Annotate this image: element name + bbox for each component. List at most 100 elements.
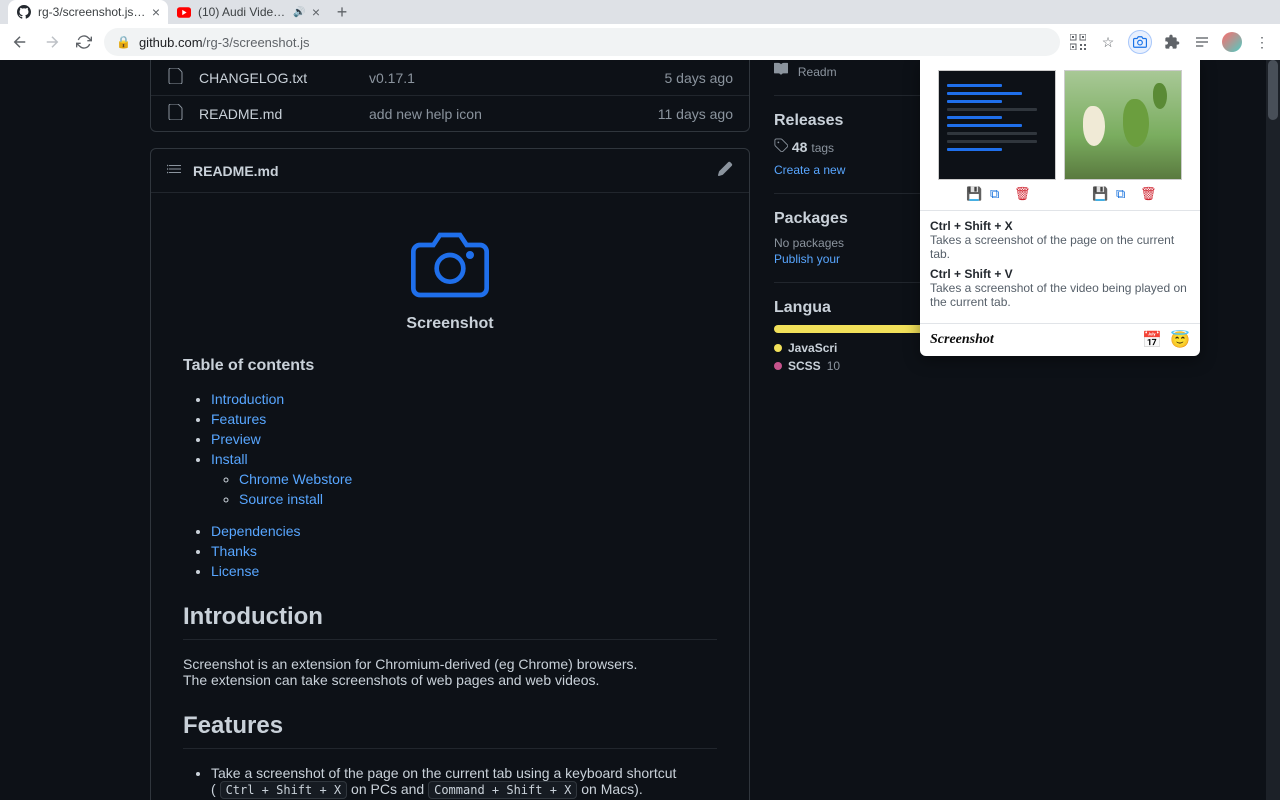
h-features: Features <box>183 712 717 749</box>
page-content: CHANGELOG.txt v0.17.1 5 days ago README.… <box>0 60 1280 800</box>
star-icon[interactable]: ☆ <box>1098 32 1118 52</box>
create-release-link[interactable]: Create a new <box>774 163 845 177</box>
commit-message: add new help icon <box>369 106 658 122</box>
publish-package-link[interactable]: Publish your <box>774 252 840 266</box>
url-domain: github.com <box>139 35 203 50</box>
tab-github[interactable]: rg-3/screenshot.js: Screens × <box>8 0 168 24</box>
main-column: CHANGELOG.txt v0.17.1 5 days ago README.… <box>150 60 750 800</box>
hint-row: Ctrl + Shift + X Takes a screenshot of t… <box>930 219 1190 261</box>
thumb-preview-photo <box>1064 70 1182 180</box>
youtube-favicon <box>176 4 192 20</box>
file-row[interactable]: CHANGELOG.txt v0.17.1 5 days ago <box>151 60 749 95</box>
copy-icon[interactable]: ⧉ <box>1116 186 1130 200</box>
lang-dot <box>774 362 782 370</box>
forward-button[interactable] <box>40 30 64 54</box>
toc-heading: Table of contents <box>183 357 717 375</box>
url-input[interactable]: 🔒 github.com/rg-3/screenshot.js <box>104 28 1060 56</box>
lang-dot <box>774 344 782 352</box>
book-icon <box>774 63 792 79</box>
lock-icon: 🔒 <box>116 35 131 49</box>
readme-title: Screenshot <box>183 315 717 333</box>
extension-popup: 💾 ⧉ 🗑 💾 ⧉ 🗑 Ctrl + Shi <box>920 60 1200 356</box>
lang-item-scss[interactable]: SCSS 10 <box>774 359 1030 373</box>
menu-icon[interactable]: ⋮ <box>1252 32 1272 52</box>
file-icon <box>167 68 183 87</box>
commit-age: 5 days ago <box>665 70 734 86</box>
features-list: Take a screenshot of the page on the cur… <box>183 765 717 800</box>
extensions-icon[interactable] <box>1162 32 1182 52</box>
list-icon[interactable] <box>167 161 183 180</box>
screenshot-thumb[interactable]: 💾 ⧉ 🗑 <box>938 70 1056 200</box>
address-bar: 🔒 github.com/rg-3/screenshot.js ☆ ⋮ <box>0 24 1280 60</box>
screenshot-thumbnails: 💾 ⧉ 🗑 💾 ⧉ 🗑 <box>920 60 1200 210</box>
commit-age: 11 days ago <box>658 106 733 122</box>
extension-logo: Screenshot <box>930 332 994 348</box>
h-introduction: Introduction <box>183 603 717 640</box>
shortcut-key: Ctrl + Shift + X <box>930 219 1190 233</box>
scrollbar-thumb[interactable] <box>1268 60 1278 120</box>
tab-strip: rg-3/screenshot.js: Screens × (10) Audi … <box>0 0 1280 24</box>
save-icon[interactable]: 💾 <box>966 186 980 200</box>
toc-features[interactable]: Features <box>211 411 266 427</box>
thumb-preview-code <box>938 70 1056 180</box>
tag-icon <box>774 139 792 155</box>
toc-list: Introduction Features Preview Install Ch… <box>183 391 717 579</box>
hint-row: Ctrl + Shift + V Takes a screenshot of t… <box>930 267 1190 309</box>
tab-youtube[interactable]: (10) Audi Video Respon 🔊 × <box>168 0 328 24</box>
toc-dependencies[interactable]: Dependencies <box>211 523 301 539</box>
delete-icon[interactable]: 🗑 <box>1140 186 1154 200</box>
toc-license[interactable]: License <box>211 563 259 579</box>
tags-label: tags <box>811 141 834 155</box>
toc-install-chrome[interactable]: Chrome Webstore <box>239 471 352 487</box>
profile-avatar[interactable] <box>1222 32 1242 52</box>
shortcut-desc: Takes a screenshot of the video being pl… <box>930 281 1190 309</box>
back-button[interactable] <box>8 30 32 54</box>
extension-footer: Screenshot 📅 😇 <box>920 323 1200 356</box>
calendar-icon[interactable]: 📅 <box>1142 330 1162 350</box>
close-icon[interactable]: × <box>312 4 320 20</box>
camera-icon <box>406 225 494 305</box>
new-tab-button[interactable]: + <box>328 0 356 24</box>
github-favicon <box>16 4 32 20</box>
pencil-icon[interactable] <box>717 161 733 180</box>
tags-count: 48 <box>792 139 808 155</box>
intro-paragraph: Screenshot is an extension for Chromium-… <box>183 656 717 688</box>
file-icon <box>167 104 183 123</box>
screenshot-extension-icon[interactable] <box>1128 30 1152 54</box>
toc-install[interactable]: Install <box>211 451 248 467</box>
url-path: /rg-3/screenshot.js <box>203 35 310 50</box>
readme-body: Screenshot Table of contents Introductio… <box>151 193 749 800</box>
toc-thanks[interactable]: Thanks <box>211 543 257 559</box>
readme-link[interactable]: Readm <box>798 65 837 79</box>
delete-icon[interactable]: 🗑 <box>1014 186 1028 200</box>
toolbar-right: ☆ ⋮ <box>1068 30 1272 54</box>
screenshot-thumb[interactable]: 💾 ⧉ 🗑 <box>1064 70 1182 200</box>
commit-message: v0.17.1 <box>369 70 665 86</box>
toc-install-source[interactable]: Source install <box>239 491 323 507</box>
save-icon[interactable]: 💾 <box>1092 186 1106 200</box>
reload-button[interactable] <box>72 30 96 54</box>
copy-icon[interactable]: ⧉ <box>990 186 1004 200</box>
qr-icon[interactable] <box>1068 32 1088 52</box>
shortcut-key: Ctrl + Shift + V <box>930 267 1190 281</box>
toc-introduction[interactable]: Introduction <box>211 391 284 407</box>
shortcut-desc: Takes a screenshot of the page on the cu… <box>930 233 1190 261</box>
smiley-icon[interactable]: 😇 <box>1170 330 1190 350</box>
tab-title: (10) Audi Video Respon <box>198 5 287 19</box>
readme-box: README.md Screenshot Table of contents I… <box>150 148 750 800</box>
browser-chrome: rg-3/screenshot.js: Screens × (10) Audi … <box>0 0 1280 60</box>
reading-list-icon[interactable] <box>1192 32 1212 52</box>
readme-filename: README.md <box>193 163 279 179</box>
file-list: CHANGELOG.txt v0.17.1 5 days ago README.… <box>150 60 750 132</box>
audio-icon[interactable]: 🔊 <box>293 7 305 18</box>
scrollbar[interactable] <box>1266 60 1280 800</box>
toc-preview[interactable]: Preview <box>211 431 261 447</box>
file-row[interactable]: README.md add new help icon 11 days ago <box>151 95 749 131</box>
close-icon[interactable]: × <box>152 4 160 20</box>
file-name: README.md <box>199 106 369 122</box>
file-name: CHANGELOG.txt <box>199 70 369 86</box>
feature-item: Take a screenshot of the page on the cur… <box>211 765 717 797</box>
readme-header: README.md <box>151 149 749 193</box>
extension-hints: Ctrl + Shift + X Takes a screenshot of t… <box>920 210 1200 323</box>
tab-title: rg-3/screenshot.js: Screens <box>38 5 146 19</box>
